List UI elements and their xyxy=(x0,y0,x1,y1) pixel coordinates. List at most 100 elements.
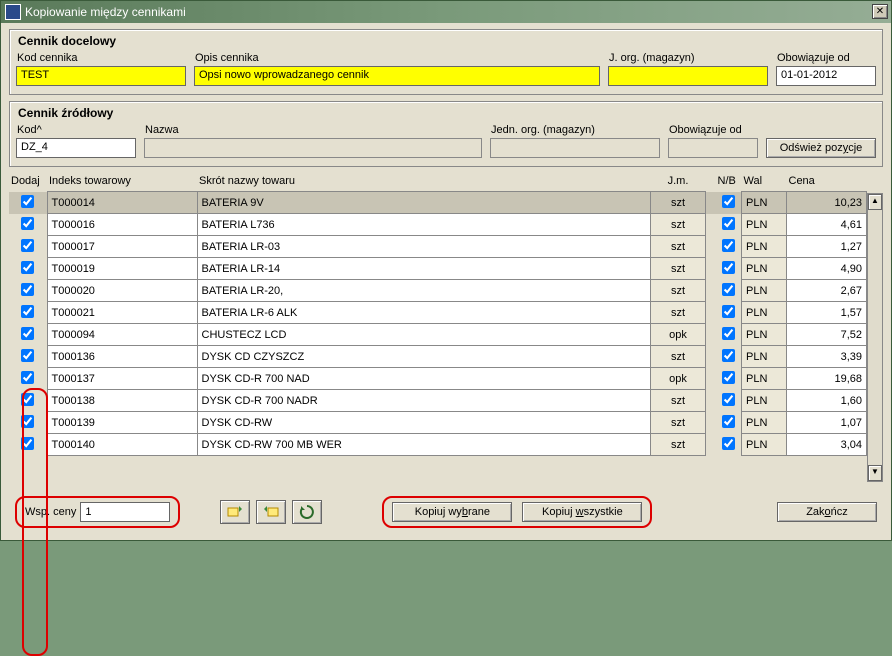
nb-checkbox[interactable] xyxy=(722,195,735,208)
cell-wal: PLN xyxy=(742,324,787,346)
col-cena: Cena xyxy=(787,173,867,192)
zakoncz-button[interactable]: Zakończ xyxy=(777,502,877,522)
cell-cena: 3,04 xyxy=(787,434,867,456)
table-row[interactable]: T000138DYSK CD-R 700 NADRszt PLN1,60 xyxy=(9,390,867,412)
col-indeks: Indeks towarowy xyxy=(47,173,197,192)
cell-indeks: T000138 xyxy=(47,390,197,412)
table-row[interactable]: T000016BATERIA L736sztPLN4,61 xyxy=(9,214,867,236)
src-jorg-label: Jedn. org. (magazyn) xyxy=(491,124,660,136)
cell-indeks: T000094 xyxy=(47,324,197,346)
cell-indeks: T000137 xyxy=(47,368,197,390)
nb-checkbox[interactable] xyxy=(722,371,735,384)
insert-row-icon xyxy=(227,505,243,519)
cell-indeks: T000020 xyxy=(47,280,197,302)
cell-wal: PLN xyxy=(742,280,787,302)
dodaj-checkbox[interactable] xyxy=(21,327,34,340)
cell-cena: 7,52 xyxy=(787,324,867,346)
cell-cena: 1,60 xyxy=(787,390,867,412)
nb-checkbox[interactable] xyxy=(722,437,735,450)
refresh-positions-button[interactable]: Odśwież pozycje xyxy=(766,138,876,158)
dodaj-checkbox[interactable] xyxy=(21,371,34,384)
src-kod-label: Kod^ xyxy=(17,124,136,136)
nb-checkbox[interactable] xyxy=(722,327,735,340)
vertical-scrollbar[interactable]: ▲ ▼ xyxy=(867,193,883,482)
cell-indeks: T000139 xyxy=(47,412,197,434)
nb-checkbox[interactable] xyxy=(722,393,735,406)
dodaj-checkbox[interactable] xyxy=(21,283,34,296)
table-row[interactable]: T000136DYSK CD CZYSZCZsztPLN3,39 xyxy=(9,346,867,368)
cell-skrot: BATERIA LR-6 ALK xyxy=(197,302,651,324)
cell-jm: szt xyxy=(651,236,706,258)
obow-field[interactable]: 01-01-2012 xyxy=(776,66,876,86)
kopiuj-wybrane-button[interactable]: Kopiuj wybrane xyxy=(392,502,512,522)
cell-jm: szt xyxy=(651,346,706,368)
table-row[interactable]: T000094CHUSTECZ LCDopkPLN7,52 xyxy=(9,324,867,346)
cell-skrot: DYSK CD-RW xyxy=(197,412,651,434)
kod-cennika-field[interactable]: TEST xyxy=(16,66,186,86)
delete-row-icon xyxy=(263,505,279,519)
wsp-ceny-input[interactable] xyxy=(80,502,170,522)
refresh-button[interactable] xyxy=(292,500,322,524)
table-row[interactable]: T000014BATERIA 9VsztPLN10,23 xyxy=(9,192,867,214)
scroll-up-icon[interactable]: ▲ xyxy=(868,194,882,210)
cell-skrot: DYSK CD-RW 700 MB WER xyxy=(197,434,651,456)
wsp-ceny-label: Wsp. ceny xyxy=(25,506,76,518)
nb-checkbox[interactable] xyxy=(722,283,735,296)
cell-indeks: T000017 xyxy=(47,236,197,258)
cell-indeks: T000016 xyxy=(47,214,197,236)
cell-indeks: T000136 xyxy=(47,346,197,368)
table-row[interactable]: T000020BATERIA LR-20,sztPLN2,67 xyxy=(9,280,867,302)
cell-jm: opk xyxy=(651,324,706,346)
table-row[interactable]: T000017BATERIA LR-03sztPLN1,27 xyxy=(9,236,867,258)
close-button[interactable]: ✕ xyxy=(872,4,888,19)
refresh-icon xyxy=(299,504,315,520)
cell-jm: szt xyxy=(651,192,706,214)
delete-row-button[interactable] xyxy=(256,500,286,524)
nb-checkbox[interactable] xyxy=(722,305,735,318)
jorg-field[interactable] xyxy=(608,66,768,86)
source-group: Cennik źródłowy Kod^ DZ_4 Nazwa Jedn. or… xyxy=(9,101,883,167)
source-group-title: Cennik źródłowy xyxy=(18,106,876,120)
cell-wal: PLN xyxy=(742,192,787,214)
table-row[interactable]: T000137DYSK CD-R 700 NADopkPLN19,68 xyxy=(9,368,867,390)
opis-cennika-field[interactable]: Opsi nowo wprowadzanego cennik xyxy=(194,66,600,86)
dodaj-checkbox[interactable] xyxy=(21,415,34,428)
src-jorg-field xyxy=(490,138,660,158)
dodaj-checkbox[interactable] xyxy=(21,261,34,274)
dialog-window: Kopiowanie między cennikami ✕ Cennik doc… xyxy=(0,0,892,541)
obow-label: Obowiązuje od xyxy=(777,52,876,64)
table-row[interactable]: T000139DYSK CD-RWsztPLN1,07 xyxy=(9,412,867,434)
nb-checkbox[interactable] xyxy=(722,239,735,252)
nb-checkbox[interactable] xyxy=(722,349,735,362)
cell-cena: 4,61 xyxy=(787,214,867,236)
dodaj-checkbox[interactable] xyxy=(21,305,34,318)
dodaj-checkbox[interactable] xyxy=(21,349,34,362)
dodaj-checkbox[interactable] xyxy=(21,437,34,450)
items-table: Dodaj Indeks towarowy Skrót nazwy towaru… xyxy=(9,173,883,482)
cell-cena: 10,23 xyxy=(787,192,867,214)
cell-skrot: BATERIA LR-20, xyxy=(197,280,651,302)
table-row[interactable]: T000140DYSK CD-RW 700 MB WERsztPLN3,04 xyxy=(9,434,867,456)
src-kod-field[interactable]: DZ_4 xyxy=(16,138,136,158)
dodaj-checkbox[interactable] xyxy=(21,393,34,406)
cell-wal: PLN xyxy=(742,368,787,390)
dodaj-checkbox[interactable] xyxy=(21,239,34,252)
cell-wal: PLN xyxy=(742,390,787,412)
kopiuj-buttons-highlight: Kopiuj wybrane Kopiuj wszystkie xyxy=(382,496,652,528)
dodaj-checkbox[interactable] xyxy=(21,217,34,230)
dodaj-checkbox[interactable] xyxy=(21,195,34,208)
insert-row-button[interactable] xyxy=(220,500,250,524)
cell-skrot: DYSK CD-R 700 NADR xyxy=(197,390,651,412)
nb-checkbox[interactable] xyxy=(722,261,735,274)
table-row[interactable]: T000019BATERIA LR-14sztPLN4,90 xyxy=(9,258,867,280)
cell-jm: szt xyxy=(651,390,706,412)
kopiuj-wszystkie-button[interactable]: Kopiuj wszystkie xyxy=(522,502,642,522)
table-row[interactable]: T000021BATERIA LR-6 ALKsztPLN1,57 xyxy=(9,302,867,324)
cell-jm: szt xyxy=(651,434,706,456)
cell-jm: szt xyxy=(651,280,706,302)
src-obow-field xyxy=(668,138,758,158)
scroll-down-icon[interactable]: ▼ xyxy=(868,465,882,481)
nb-checkbox[interactable] xyxy=(722,217,735,230)
nb-checkbox[interactable] xyxy=(722,415,735,428)
cell-skrot: BATERIA LR-03 xyxy=(197,236,651,258)
